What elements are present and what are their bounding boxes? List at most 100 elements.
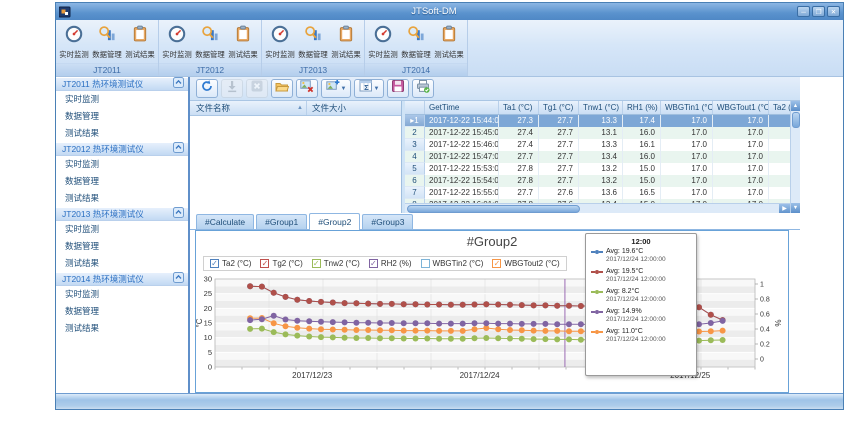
ribbon-button-jt2013-2[interactable]: 数据管理 [296, 24, 329, 61]
ribbon-button-jt2012-3[interactable]: 测试结果 [227, 24, 260, 61]
table-column-header-3[interactable]: Tg1 (°C) [539, 101, 579, 114]
table-sum-icon: Σ [359, 79, 373, 98]
ribbon-button-jt2012-2[interactable]: 数据管理 [193, 24, 226, 61]
checkbox-icon[interactable]: ✓ [210, 259, 219, 268]
table-row[interactable]: 52017-12-22 15:53:0027.827.713.215.017.0… [405, 163, 790, 175]
panel-toggle-icon[interactable] [173, 77, 184, 93]
table-cell: 17.0 [713, 175, 769, 187]
file-list-body[interactable] [190, 116, 401, 213]
ribbon-button-jt2013-1[interactable]: 实时监测 [263, 24, 296, 61]
table-column-header-1[interactable]: GetTime [425, 101, 499, 114]
table-row[interactable]: 72017-12-22 15:55:0027.727.613.616.517.0… [405, 187, 790, 199]
sidebar-item-2-1[interactable]: 实时监测 [56, 156, 188, 173]
panel-toggle-icon[interactable] [173, 205, 184, 223]
table-column-header-8[interactable]: Ta2 (°C [769, 101, 790, 114]
ribbon-button-jt2013-3[interactable]: 测试结果 [330, 24, 363, 61]
table-row[interactable]: 42017-12-22 15:47:0027.727.713.416.017.0… [405, 151, 790, 163]
checkbox-icon[interactable]: ✓ [492, 259, 501, 268]
sidebar-item-3-1[interactable]: 实时监测 [56, 221, 188, 238]
hscroll-thumb[interactable] [407, 205, 580, 213]
checkbox-icon[interactable]: ✓ [312, 259, 321, 268]
minimize-button[interactable]: ─ [797, 6, 810, 17]
ribbon-button-label: 实时监测 [368, 49, 397, 59]
table-row[interactable]: ▸12017-12-22 15:44:0027.327.713.317.417.… [405, 115, 790, 127]
tab-group1[interactable]: #Group1 [256, 214, 307, 229]
table-row[interactable]: 32017-12-22 15:46:0027.427.713.316.117.0… [405, 139, 790, 151]
table-cell: 5 [405, 163, 425, 175]
table-column-header-5[interactable]: RH1 (%) [623, 101, 661, 114]
maximize-button[interactable]: ❐ [812, 6, 825, 17]
panel-toggle-icon[interactable] [173, 270, 184, 288]
sidebar-group-header-1[interactable]: JT2011 热环境测试仪 [56, 77, 188, 91]
legend-item-tnw2[interactable]: ✓Tnw2 (°C) [312, 259, 360, 268]
table-column-header-2[interactable]: Ta1 (°C) [499, 101, 539, 114]
legend-item-tg2[interactable]: ✓Tg2 (°C) [260, 259, 302, 268]
hscroll-right-arrow-icon[interactable]: ▶ [779, 204, 790, 214]
legend-item-wbgtout2[interactable]: ✓WBGTout2 (°C) [492, 259, 559, 268]
sidebar-item-4-1[interactable]: 实时监测 [56, 286, 188, 303]
ribbon-button-jt2012-1[interactable]: 实时监测 [160, 24, 193, 61]
table-column-header-7[interactable]: WBGTout1 (°C) [713, 101, 769, 114]
checkbox-icon[interactable]: ✓ [260, 259, 269, 268]
table-row[interactable]: 22017-12-22 15:45:0027.427.713.116.017.0… [405, 127, 790, 139]
save-button[interactable] [387, 79, 409, 98]
sidebar-group-header-4[interactable]: JT2014 热环境测试仪 [56, 272, 188, 286]
ribbon-button-label: 数据管理 [92, 49, 121, 59]
legend-item-wbgtin2[interactable]: WBGTin2 (°C) [421, 259, 484, 268]
add-image-button[interactable]: ▼ [321, 79, 351, 98]
sidebar-item-4-2[interactable]: 数据管理 [56, 303, 188, 320]
sidebar-item-3-2[interactable]: 数据管理 [56, 238, 188, 255]
sidebar-group-header-3[interactable]: JT2013 热环境测试仪 [56, 207, 188, 221]
clipboard-icon [234, 25, 252, 48]
ribbon-button-jt2011-2[interactable]: 数据管理 [90, 24, 123, 61]
print-button[interactable] [412, 79, 434, 98]
panel-toggle-icon[interactable] [173, 140, 184, 158]
table-vertical-scrollbar[interactable]: ▲ ▼ [790, 101, 800, 213]
open-folder-button[interactable] [271, 79, 293, 98]
table-column-header-4[interactable]: Tnw1 (°C) [579, 101, 623, 114]
svg-text:%: % [774, 319, 783, 326]
table-column-header-rownum[interactable] [405, 101, 425, 114]
clipboard-icon [440, 25, 458, 48]
sidebar-item-1-3[interactable]: 测试结果 [56, 125, 188, 142]
close-button[interactable]: ✕ [827, 6, 840, 17]
tab-calculate[interactable]: #Calculate [196, 214, 254, 229]
tab-group2[interactable]: #Group2 [309, 213, 360, 230]
ribbon-button-jt2014-1[interactable]: 实时监测 [366, 24, 399, 61]
refresh-button[interactable] [196, 79, 218, 98]
ribbon-button-jt2011-1[interactable]: 实时监测 [57, 24, 90, 61]
vscroll-thumb[interactable] [792, 112, 800, 128]
checkbox-icon[interactable]: ✓ [369, 259, 378, 268]
chevron-down-icon[interactable]: ▼ [341, 86, 347, 92]
vscroll-down-arrow-icon[interactable]: ▼ [791, 203, 801, 213]
svg-text:20: 20 [204, 304, 212, 313]
sidebar-item-1-2[interactable]: 数据管理 [56, 108, 188, 125]
sidebar-group-header-2[interactable]: JT2012 热环境测试仪 [56, 142, 188, 156]
legend-item-rh2[interactable]: ✓RH2 (%) [369, 259, 412, 268]
chevron-down-icon[interactable]: ▼ [374, 86, 380, 92]
table-cell: 17.0 [661, 175, 713, 187]
ribbon-button-jt2011-3[interactable]: 测试结果 [124, 24, 157, 61]
checkbox-icon[interactable] [421, 259, 430, 268]
vscroll-up-arrow-icon[interactable]: ▲ [791, 101, 801, 111]
sidebar-item-4-3[interactable]: 测试结果 [56, 320, 188, 337]
ribbon-button-jt2014-2[interactable]: 数据管理 [399, 24, 432, 61]
sidebar-item-1-1[interactable]: 实时监测 [56, 91, 188, 108]
table-horizontal-scrollbar[interactable]: ▶ [405, 203, 790, 213]
table-column-header-6[interactable]: WBGTin1 (°C) [661, 101, 713, 114]
table-row[interactable]: 62017-12-22 15:54:0027.827.713.215.017.0… [405, 175, 790, 187]
remove-image-button[interactable] [296, 79, 318, 98]
table-sum-button[interactable]: Σ▼ [354, 79, 384, 98]
ribbon-buttons: 实时监测数据管理测试结果 [262, 20, 364, 63]
sidebar-item-2-3[interactable]: 测试结果 [56, 190, 188, 207]
file-name-column-header[interactable]: 文件名称 ▲ [190, 101, 307, 115]
tooltip-timestamp: 2017/12/24 12:00:00 [606, 276, 666, 283]
table-cell: 13.4 [579, 151, 623, 163]
tab-group3[interactable]: #Group3 [362, 214, 413, 229]
table-cell: 17.0 [713, 151, 769, 163]
file-size-column-header[interactable]: 文件大小 [307, 101, 401, 115]
sidebar-item-3-3[interactable]: 测试结果 [56, 255, 188, 272]
sidebar-item-2-2[interactable]: 数据管理 [56, 173, 188, 190]
legend-item-ta2[interactable]: ✓Ta2 (°C) [210, 259, 251, 268]
ribbon-button-jt2014-3[interactable]: 测试结果 [433, 24, 466, 61]
